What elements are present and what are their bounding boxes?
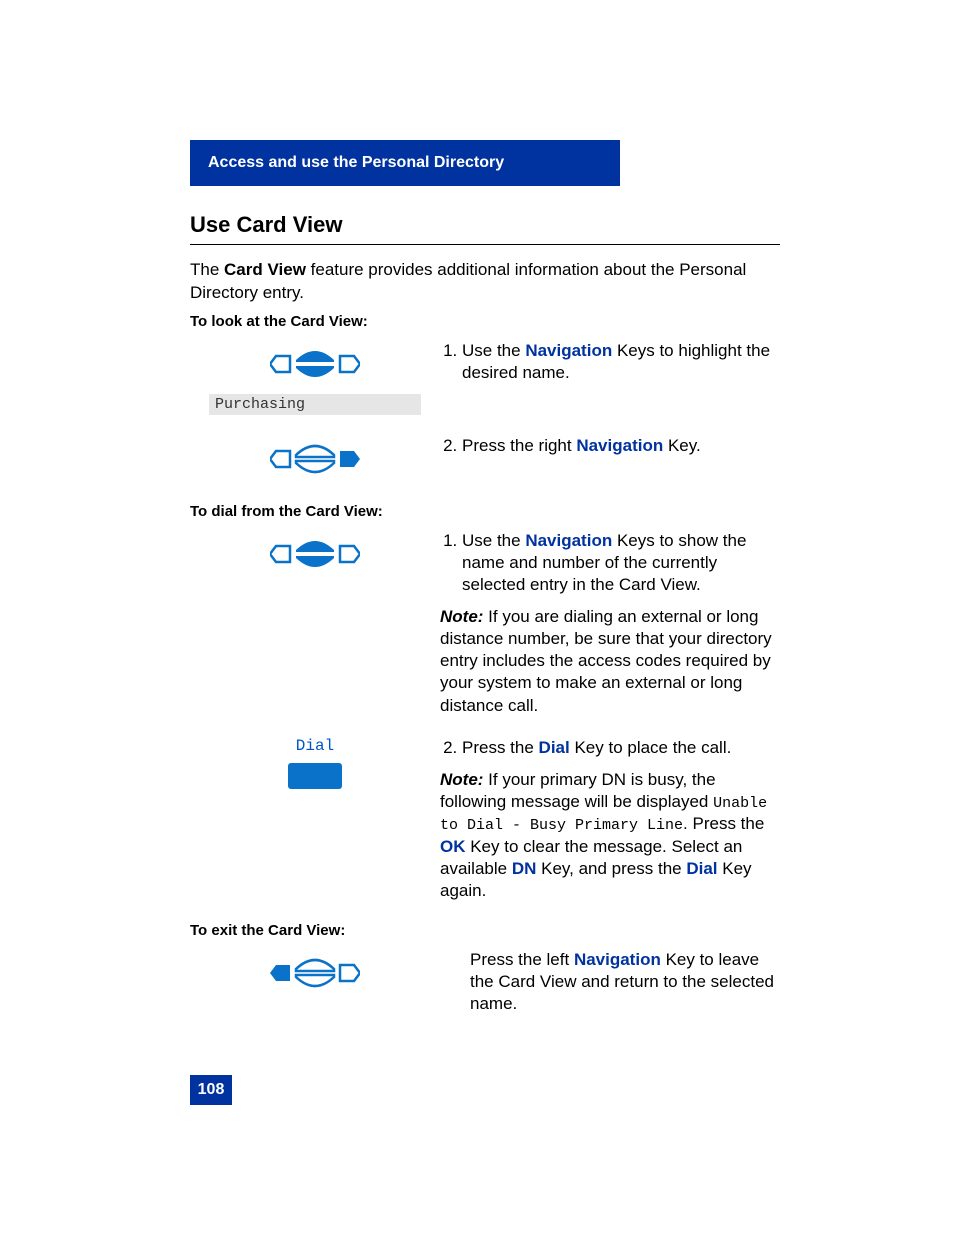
row-dial-2: Dial Press the Dial Key to place the cal… <box>190 737 780 902</box>
nav-keys-updown-icon <box>270 340 360 388</box>
row-exit: Press the left Navigation Key to leave t… <box>190 949 780 1015</box>
softkey-dial-icon <box>288 763 342 789</box>
t: Use the <box>462 341 525 360</box>
kw-navigation: Navigation <box>574 950 661 969</box>
note-label: Note: <box>440 770 483 789</box>
t: Use the <box>462 531 525 550</box>
intro-pre: The <box>190 260 224 279</box>
t: Press the right <box>462 436 576 455</box>
row-dial-1: Use the Navigation Keys to show the name… <box>190 530 780 717</box>
step-look-1: Use the Navigation Keys to highlight the… <box>462 340 780 384</box>
step-look-2: Press the right Navigation Key. <box>462 435 780 457</box>
kw-navigation: Navigation <box>525 341 612 360</box>
title-rule <box>190 244 780 245</box>
softkey-dial-label: Dial <box>296 737 334 755</box>
row-look-2: Press the right Navigation Key. <box>190 435 780 483</box>
subheading-exit: To exit the Card View: <box>190 922 780 939</box>
nav-keys-updown-icon <box>270 530 360 578</box>
note-text: If you are dialing an external or long d… <box>440 607 772 714</box>
t: Key to place the call. <box>570 738 732 757</box>
t: . Press the <box>683 814 764 833</box>
chapter-header: Access and use the Personal Directory <box>190 140 620 186</box>
nav-keys-left-icon <box>270 949 360 997</box>
kw-dn: DN <box>512 859 537 878</box>
exit-text: Press the left Navigation Key to leave t… <box>470 950 774 1013</box>
t: Key, and press the <box>536 859 686 878</box>
kw-dial: Dial <box>539 738 570 757</box>
kw-navigation: Navigation <box>576 436 663 455</box>
intro-bold: Card View <box>224 260 306 279</box>
t: Key. <box>663 436 700 455</box>
page-number: 108 <box>190 1075 232 1105</box>
note-2: Note: If your primary DN is busy, the fo… <box>440 769 780 902</box>
section-title: Use Card View <box>190 212 780 238</box>
kw-ok: OK <box>440 837 466 856</box>
step-dial-1: Use the Navigation Keys to show the name… <box>462 530 780 596</box>
note-1: Note: If you are dialing an external or … <box>440 606 780 716</box>
subheading-look: To look at the Card View: <box>190 313 780 330</box>
row-look-1: Purchasing Use the Navigation Keys to hi… <box>190 340 780 415</box>
intro-text: The Card View feature provides additiona… <box>190 259 780 305</box>
subheading-dial: To dial from the Card View: <box>190 503 780 520</box>
note-label: Note: <box>440 607 483 626</box>
t: Press the left <box>470 950 574 969</box>
display-purchasing: Purchasing <box>209 394 421 415</box>
kw-navigation: Navigation <box>525 531 612 550</box>
nav-keys-right-icon <box>270 435 360 483</box>
kw-dial: Dial <box>686 859 717 878</box>
t: Press the <box>462 738 539 757</box>
step-dial-2: Press the Dial Key to place the call. <box>462 737 780 759</box>
